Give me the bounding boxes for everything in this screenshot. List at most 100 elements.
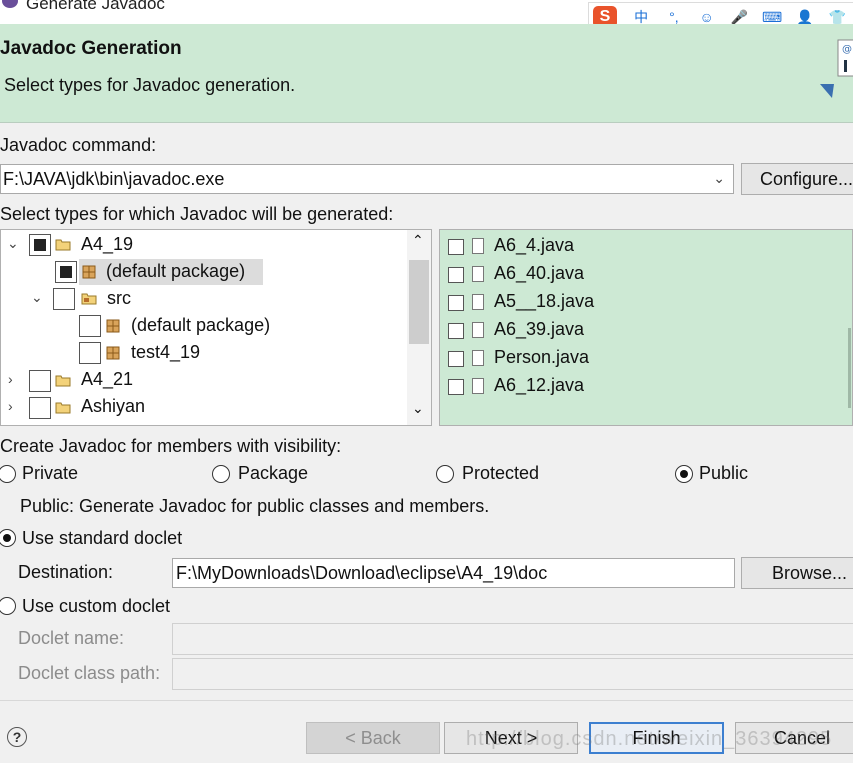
destination-label: Destination:	[18, 562, 114, 582]
tree-item-label: test4_19	[131, 342, 201, 362]
scroll-down-icon[interactable]: ⌄	[412, 400, 424, 417]
page-title: Javadoc Generation	[0, 38, 182, 59]
scrollbar-thumb[interactable]	[409, 260, 429, 344]
types-label: Select types for which Javadoc will be g…	[0, 204, 394, 224]
tree-item-label: A4_19	[81, 234, 134, 254]
visibility-protected-radio[interactable]	[436, 465, 454, 483]
visibility-private-radio[interactable]	[0, 465, 16, 483]
visibility-private-label[interactable]: Private	[22, 463, 78, 484]
package-icon	[106, 319, 120, 333]
java-file-icon	[472, 378, 484, 394]
browse-button[interactable]: Browse...	[741, 557, 853, 589]
tree-item-label: src	[107, 288, 131, 308]
tree-item-label: A4_21	[81, 369, 134, 389]
tree-item-src-default-package[interactable]: (default package)	[1, 313, 407, 339]
custom-doclet-label[interactable]: Use custom doclet	[22, 596, 170, 617]
java-file-icon	[472, 238, 484, 254]
chevron-right-icon[interactable]: ›	[8, 371, 13, 387]
file-checkbox[interactable]	[448, 379, 464, 395]
list-item[interactable]: A6_40.java	[440, 263, 840, 290]
help-icon[interactable]: ?	[7, 727, 27, 747]
project-folder-icon	[55, 375, 71, 387]
list-item[interactable]: A6_4.java	[440, 235, 840, 262]
ime-punctuation-icon[interactable]: °,	[658, 9, 691, 25]
ime-skin-icon[interactable]: 👕	[821, 9, 853, 26]
custom-doclet-radio[interactable]	[0, 597, 16, 615]
wizard-header: Javadoc Generation Select types for Java…	[0, 24, 853, 123]
scroll-up-icon[interactable]: ⌃	[412, 232, 424, 249]
file-name: A6_4.java	[494, 235, 575, 255]
file-name: Person.java	[494, 347, 590, 367]
doclet-classpath-label: Doclet class path:	[18, 663, 161, 683]
list-scrollbar[interactable]	[848, 328, 851, 408]
file-checkbox[interactable]	[448, 267, 464, 283]
project-folder-icon	[55, 239, 71, 251]
tree-item-a4-21[interactable]: › A4_21	[1, 368, 407, 394]
java-file-icon	[472, 322, 484, 338]
file-name: A5__18.java	[494, 291, 595, 311]
type-file-list[interactable]: A6_4.java A6_40.java A5__18.java A6_39.j…	[439, 229, 853, 426]
doclet-name-input[interactable]	[172, 623, 853, 655]
tree-checkbox[interactable]	[55, 261, 77, 283]
chevron-down-icon[interactable]: ⌄	[31, 289, 43, 306]
tree-item-test4-19[interactable]: test4_19	[1, 340, 407, 366]
ime-keyboard-icon[interactable]: ⌨	[756, 9, 789, 26]
svg-text:@: @	[842, 44, 852, 55]
visibility-description: Public: Generate Javadoc for public clas…	[20, 496, 490, 516]
list-item[interactable]: A5__18.java	[440, 291, 840, 318]
back-button[interactable]: < Back	[306, 722, 440, 754]
project-folder-icon	[55, 402, 71, 414]
tree-item-label: Ashiyan	[81, 396, 146, 416]
tree-item-label: (default package)	[106, 261, 246, 281]
file-checkbox[interactable]	[448, 323, 464, 339]
ime-voice-icon[interactable]: 🎤	[723, 9, 756, 26]
configure-button[interactable]: Configure...	[741, 163, 853, 195]
doclet-classpath-input[interactable]	[172, 658, 853, 690]
visibility-protected-label[interactable]: Protected	[462, 463, 539, 484]
file-checkbox[interactable]	[448, 295, 464, 311]
file-checkbox[interactable]	[448, 239, 464, 255]
tree-item-default-package[interactable]: (default package)	[1, 259, 407, 285]
tree-checkbox[interactable]	[29, 397, 51, 419]
file-name: A6_12.java	[494, 375, 585, 395]
tree-item-src[interactable]: ⌄ src	[1, 286, 407, 312]
visibility-package-radio[interactable]	[212, 465, 230, 483]
tree-item-label: (default package)	[131, 315, 271, 335]
footer-divider	[0, 700, 853, 701]
tree-scrollbar[interactable]: ⌃ ⌄	[407, 230, 431, 425]
source-folder-icon	[81, 293, 97, 305]
window-title: Generate Javadoc	[26, 0, 165, 13]
tree-checkbox[interactable]	[29, 370, 51, 392]
javadoc-wizard-icon: @	[820, 39, 853, 98]
ime-emoji-icon[interactable]: ☺	[690, 9, 723, 25]
eclipse-app-icon	[2, 0, 18, 8]
visibility-public-label[interactable]: Public	[699, 463, 748, 484]
file-name: A6_39.java	[494, 319, 585, 339]
chevron-down-icon[interactable]: ⌄	[7, 235, 19, 252]
package-icon	[82, 265, 96, 279]
list-item[interactable]: A6_39.java	[440, 319, 840, 346]
file-checkbox[interactable]	[448, 351, 464, 367]
ime-user-icon[interactable]: 👤	[788, 9, 821, 26]
visibility-public-radio[interactable]	[675, 465, 693, 483]
list-item[interactable]: A6_12.java	[440, 375, 840, 402]
destination-input[interactable]: F:\MyDownloads\Download\eclipse\A4_19\do…	[172, 558, 735, 588]
tree-checkbox[interactable]	[29, 234, 51, 256]
doclet-name-label: Doclet name:	[18, 628, 125, 648]
list-item[interactable]: Person.java	[440, 347, 840, 374]
tree-checkbox[interactable]	[79, 342, 101, 364]
tree-checkbox[interactable]	[53, 288, 75, 310]
javadoc-command-label: Javadoc command:	[0, 135, 157, 155]
chevron-down-icon[interactable]: ⌄	[713, 170, 725, 187]
file-name: A6_40.java	[494, 263, 585, 283]
page-description: Select types for Javadoc generation.	[4, 75, 296, 95]
package-tree[interactable]: ⌄ A4_19 (default package) ⌄ src (default…	[0, 229, 432, 426]
standard-doclet-radio[interactable]	[0, 529, 16, 547]
tree-item-a4-19[interactable]: ⌄ A4_19	[1, 232, 407, 258]
chevron-right-icon[interactable]: ›	[8, 398, 13, 414]
tree-item-ashiyan[interactable]: › Ashiyan	[1, 395, 407, 421]
standard-doclet-label[interactable]: Use standard doclet	[22, 528, 182, 549]
tree-checkbox[interactable]	[79, 315, 101, 337]
visibility-package-label[interactable]: Package	[238, 463, 308, 484]
javadoc-command-combo[interactable]: F:\JAVA\jdk\bin\javadoc.exe ⌄	[0, 164, 734, 194]
